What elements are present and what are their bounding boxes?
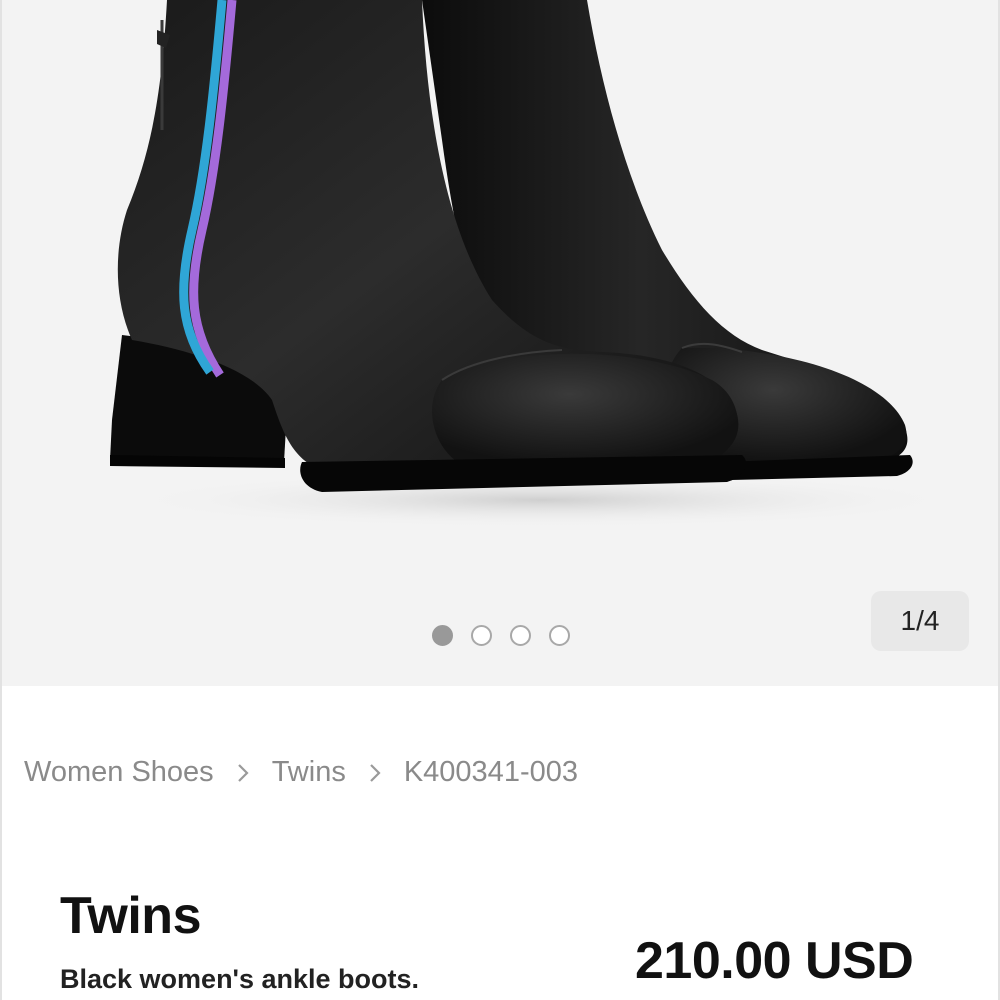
breadcrumb-item-sku: K400341-003 — [403, 756, 578, 788]
chevron-right-icon — [214, 762, 272, 784]
product-image — [110, 0, 962, 528]
product-image-gallery[interactable]: 1/4 — [0, 0, 1000, 686]
carousel-dot-1[interactable] — [432, 625, 453, 646]
slide-counter: 1/4 — [871, 591, 969, 651]
carousel-dot-3[interactable] — [510, 625, 531, 646]
product-info: Women Shoes Twins K400341-003 Twins Blac… — [0, 686, 1000, 1000]
breadcrumb: Women Shoes Twins K400341-003 — [24, 756, 578, 789]
chevron-right-icon — [346, 762, 404, 784]
breadcrumb-item-women-shoes[interactable]: Women Shoes — [24, 756, 214, 789]
product-subtitle: Black women's ankle boots. — [60, 964, 420, 994]
carousel-dot-2[interactable] — [471, 625, 492, 646]
product-price: 210.00 USD — [635, 932, 914, 990]
product-title: Twins — [60, 887, 201, 945]
carousel-dot-4[interactable] — [549, 625, 570, 646]
breadcrumb-item-twins[interactable]: Twins — [272, 756, 346, 789]
carousel-dots — [432, 625, 570, 646]
